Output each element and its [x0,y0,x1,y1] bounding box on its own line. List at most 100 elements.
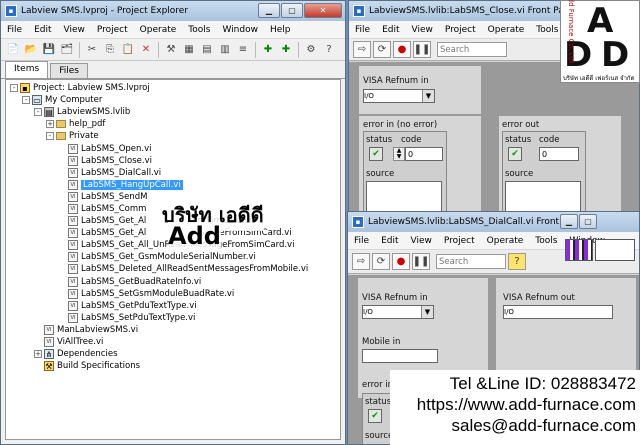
minimize-button[interactable]: ▁ [560,214,578,229]
context-help-icon[interactable]: ? [321,42,337,58]
code-field[interactable]: 0 [405,147,443,161]
ruler-icon[interactable]: ▥ [217,42,233,58]
search-input[interactable]: Search [436,254,506,269]
menu-item-file[interactable]: File [349,25,376,35]
maximize-button[interactable]: ▢ [579,214,597,229]
vi-icon: VI [68,155,78,166]
tree-item[interactable]: VI LabSMS_HangUpCall.vi [6,179,340,191]
tree-item[interactable]: VI ViAllTree.vi [6,336,340,348]
menu-item-project[interactable]: Project [91,25,134,35]
tab-items[interactable]: Items [5,61,49,78]
build-icon[interactable]: ⚒ [163,42,179,58]
collapse-icon[interactable]: - [22,96,30,105]
tab-files[interactable]: Files [50,63,88,78]
list-icon[interactable]: ≡ [235,42,251,58]
menu-item-help[interactable]: Help [264,25,297,35]
expand-icon[interactable]: + [46,120,54,129]
code-stepper[interactable]: ▲ ▼ [393,147,405,161]
add-folder-icon[interactable]: ✚ [278,42,294,58]
menu-item-file[interactable]: File [348,236,375,246]
tree-item-label: My Computer [45,95,103,106]
mobile-in-field[interactable] [362,349,438,363]
menu-item-window[interactable]: Window [216,25,264,35]
paste-icon[interactable]: 📋 [120,42,136,58]
tree-item[interactable]: - ▭ My Computer [6,94,340,106]
cut-icon[interactable]: ✂ [84,42,100,58]
deploy-icon[interactable]: ▦ [181,42,197,58]
tree-item[interactable]: - Private [6,130,340,142]
pause-icon[interactable]: ❚❚ [412,253,430,270]
tree-item[interactable]: + help_pdf [6,118,340,130]
run-arrow-icon[interactable]: ⇨ [353,41,371,58]
tree-item[interactable]: ⚒ Build Specifications [6,360,340,372]
visa-refnum-label: VISA Refnum in [363,76,429,86]
status-checkbox[interactable]: ✔ [369,147,383,161]
title-bar[interactable]: ▪ LabviewSMS.lvlib:LabSMS_DialCall.vi Fr… [348,212,639,232]
save-icon[interactable]: 💾 [41,42,57,58]
menu-item-edit[interactable]: Edit [376,25,405,35]
tree-item[interactable]: VI LabSMS_Get_GsmModuleSerialNumber.vi [6,251,340,263]
tree-item[interactable]: VI LabSMS_DialCall.vi [6,167,340,179]
menu-item-view[interactable]: View [58,25,91,35]
context-help-icon[interactable]: ? [508,253,526,270]
vi-icon: VI [68,288,78,299]
maximize-button[interactable]: ▢ [281,3,303,18]
abort-icon[interactable]: ● [392,253,410,270]
vi-connector-pane-icon [565,239,593,261]
help-icon[interactable]: ⚙ [303,42,319,58]
tree-item[interactable]: - ▤ LabviewSMS.lvlib [6,106,340,118]
tree-item[interactable]: - ▪ Project: Labview SMS.lvproj [6,82,340,94]
chevron-down-icon[interactable]: ▼ [421,306,433,318]
minimize-button[interactable]: ▁ [258,3,280,18]
library-icon[interactable]: ▤ [199,42,215,58]
menu-item-project[interactable]: Project [438,236,481,246]
add-icon[interactable]: ✚ [260,42,276,58]
vi-icon: ▪ [353,5,365,17]
menu-item-operate[interactable]: Operate [481,236,530,246]
delete-icon[interactable]: ✕ [138,42,154,58]
abort-icon[interactable]: ● [393,41,411,58]
collapse-icon[interactable]: - [34,108,42,117]
tree-item[interactable]: VI ManLabviewSMS.vi [6,324,340,336]
menu-item-edit[interactable]: Edit [375,236,404,246]
new-icon[interactable]: 📄 [5,42,21,58]
expand-icon[interactable]: + [34,350,42,359]
vi-icon: VI [68,203,78,214]
tree-item[interactable]: VI LabSMS_Open.vi [6,142,340,154]
menu-item-operate[interactable]: Operate [482,25,531,35]
vi-icon: VI [68,252,78,263]
menu-item-operate[interactable]: Operate [134,25,183,35]
visa-refnum-in-control[interactable]: I/O ▼ [362,305,434,319]
tree-item[interactable]: VI LabSMS_GetBuadRateInfo.vi [6,276,340,288]
tree-item[interactable]: VI LabSMS_SetPduTextType.vi [6,312,340,324]
status-checkbox[interactable]: ✔ [368,409,382,423]
pause-icon[interactable]: ❚❚ [413,41,431,58]
tree-item[interactable]: VI LabSMS_Deleted_AllReadSentMessagesFrom… [6,263,340,275]
tree-item[interactable]: VI LabSMS_Close.vi [6,155,340,167]
menu-item-project[interactable]: Project [439,25,482,35]
chevron-down-icon[interactable]: ▼ [422,90,434,102]
open-icon[interactable]: 📂 [23,42,39,58]
copy-icon[interactable]: ⎘ [102,42,118,58]
search-input[interactable]: Search [437,42,507,57]
tree-item[interactable]: VI LabSMS_SetGsmModuleBuadRate.vi [6,288,340,300]
menu-item-view[interactable]: View [405,236,438,246]
collapse-icon[interactable]: - [10,84,18,93]
tree-item[interactable]: VI LabSMS_GetPduTextType.vi [6,300,340,312]
collapse-icon[interactable]: - [46,132,54,141]
menu-item-tools[interactable]: Tools [529,236,563,246]
run-continuously-icon[interactable]: ⟳ [372,253,390,270]
run-continuously-icon[interactable]: ⟳ [373,41,391,58]
menu-item-tools[interactable]: Tools [182,25,216,35]
menu-item-edit[interactable]: Edit [28,25,57,35]
menu-item-view[interactable]: View [406,25,439,35]
save-all-icon[interactable]: 🗂 [59,42,75,58]
tree-item[interactable]: + ⋔ Dependencies [6,348,340,360]
title-bar[interactable]: ▪ Labview SMS.lvproj - Project Explorer … [1,1,345,21]
menu-item-file[interactable]: File [1,25,28,35]
vi-icon: VI [68,312,78,323]
visa-refnum-control[interactable]: I/O ▼ [363,89,435,103]
run-arrow-icon[interactable]: ⇨ [352,253,370,270]
close-button[interactable]: ✕ [304,3,342,18]
vi-icon: VI [68,216,78,227]
